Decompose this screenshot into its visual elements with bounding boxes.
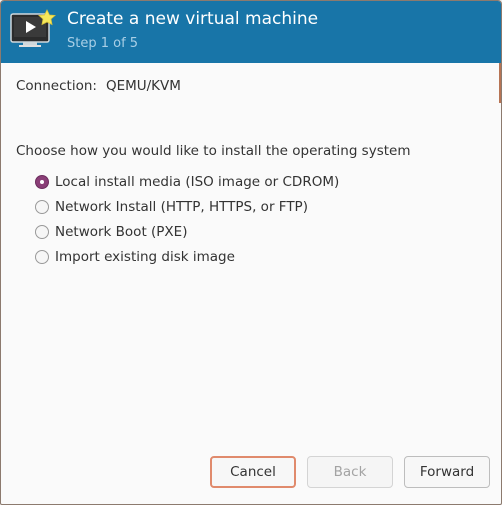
window-edge-accent <box>499 63 501 103</box>
option-label: Network Boot (PXE) <box>55 223 188 240</box>
option-label: Import existing disk image <box>55 248 235 265</box>
cancel-button[interactable]: Cancel <box>210 456 296 488</box>
install-method-prompt: Choose how you would like to install the… <box>16 143 411 159</box>
radio-network-boot[interactable] <box>35 224 49 239</box>
connection-label: Connection: <box>16 78 97 94</box>
install-method-options: Local install media (ISO image or CDROM)… <box>35 169 339 269</box>
option-network-install[interactable]: Network Install (HTTP, HTTPS, or FTP) <box>35 194 339 219</box>
option-import-disk-image[interactable]: Import existing disk image <box>35 244 339 269</box>
connection-value: QEMU/KVM <box>105 78 181 94</box>
option-label: Local install media (ISO image or CDROM) <box>55 173 340 190</box>
radio-local-install-media[interactable] <box>35 174 49 189</box>
option-local-install-media[interactable]: Local install media (ISO image or CDROM) <box>35 169 339 194</box>
new-vm-dialog: Create a new virtual machine Step 1 of 5… <box>0 0 502 505</box>
dialog-title: Create a new virtual machine <box>67 9 319 29</box>
dialog-header: Create a new virtual machine Step 1 of 5 <box>1 1 501 63</box>
radio-network-install[interactable] <box>35 199 49 214</box>
connection-row: Connection: QEMU/KVM <box>16 78 181 94</box>
option-label: Network Install (HTTP, HTTPS, or FTP) <box>55 198 308 215</box>
virtual-machine-new-icon <box>9 8 59 50</box>
back-button[interactable]: Back <box>307 456 393 488</box>
option-network-boot[interactable]: Network Boot (PXE) <box>35 219 339 244</box>
step-indicator: Step 1 of 5 <box>67 36 139 51</box>
radio-import-disk-image[interactable] <box>35 249 49 264</box>
forward-button[interactable]: Forward <box>404 456 490 488</box>
